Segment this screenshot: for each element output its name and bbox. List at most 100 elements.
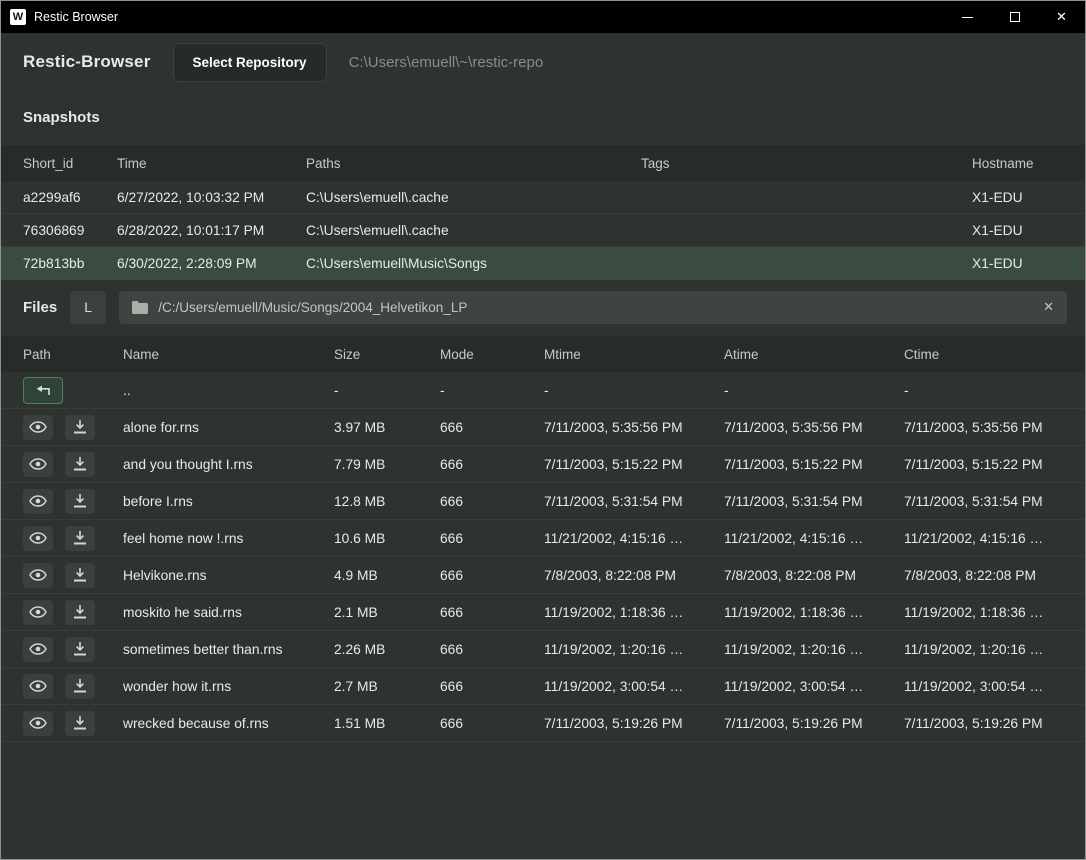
file-mtime: 7/11/2003, 5:31:54 PM bbox=[544, 494, 724, 509]
snapshot-time: 6/27/2022, 10:03:32 PM bbox=[117, 190, 306, 205]
download-icon bbox=[73, 494, 87, 508]
maximize-button[interactable] bbox=[991, 1, 1038, 33]
file-atime: 7/8/2003, 8:22:08 PM bbox=[724, 568, 904, 583]
preview-button[interactable] bbox=[23, 711, 53, 736]
preview-button[interactable] bbox=[23, 526, 53, 551]
minimize-button[interactable] bbox=[944, 1, 991, 33]
file-atime: 11/19/2002, 3:00:54 … bbox=[724, 679, 904, 694]
file-mode: 666 bbox=[440, 568, 544, 583]
file-atime: - bbox=[724, 383, 904, 398]
file-mode: 666 bbox=[440, 457, 544, 472]
column-mode: Mode bbox=[440, 347, 544, 362]
file-mtime: - bbox=[544, 383, 724, 398]
file-row[interactable]: alone for.rns 3.97 MB 666 7/11/2003, 5:3… bbox=[1, 409, 1085, 446]
file-size: 10.6 MB bbox=[334, 531, 440, 546]
file-name: wrecked because of.rns bbox=[123, 716, 334, 731]
files-bar: Files L /C:/Users/emuell/Music/Songs/200… bbox=[23, 290, 1067, 324]
file-ctime: 11/19/2002, 1:18:36 … bbox=[904, 605, 1063, 620]
download-icon bbox=[73, 568, 87, 582]
download-button[interactable] bbox=[65, 637, 95, 662]
preview-button[interactable] bbox=[23, 600, 53, 625]
column-path: Path bbox=[23, 347, 123, 362]
download-button[interactable] bbox=[65, 489, 95, 514]
column-ctime: Ctime bbox=[904, 347, 1063, 362]
snapshot-short-id: a2299af6 bbox=[23, 190, 117, 205]
current-path: /C:/Users/emuell/Music/Songs/2004_Helvet… bbox=[158, 300, 467, 315]
download-button[interactable] bbox=[65, 415, 95, 440]
maximize-icon bbox=[1010, 12, 1020, 22]
file-row[interactable]: and you thought I.rns 7.79 MB 666 7/11/2… bbox=[1, 446, 1085, 483]
file-atime: 7/11/2003, 5:19:26 PM bbox=[724, 716, 904, 731]
eye-icon bbox=[29, 606, 47, 618]
download-button[interactable] bbox=[65, 674, 95, 699]
file-mode: - bbox=[440, 383, 544, 398]
window-controls: ✕ bbox=[944, 1, 1085, 33]
preview-button[interactable] bbox=[23, 452, 53, 477]
file-ctime: 11/19/2002, 3:00:54 … bbox=[904, 679, 1063, 694]
download-button[interactable] bbox=[65, 452, 95, 477]
file-atime: 11/19/2002, 1:18:36 … bbox=[724, 605, 904, 620]
folder-icon bbox=[132, 301, 148, 314]
close-button[interactable]: ✕ bbox=[1038, 1, 1085, 33]
file-row[interactable]: sometimes better than.rns 2.26 MB 666 11… bbox=[1, 631, 1085, 668]
file-mtime: 7/11/2003, 5:15:22 PM bbox=[544, 457, 724, 472]
preview-button[interactable] bbox=[23, 637, 53, 662]
file-mode: 666 bbox=[440, 642, 544, 657]
file-ctime: 7/11/2003, 5:31:54 PM bbox=[904, 494, 1063, 509]
file-row[interactable]: moskito he said.rns 2.1 MB 666 11/19/200… bbox=[1, 594, 1085, 631]
file-name: sometimes better than.rns bbox=[123, 642, 334, 657]
file-mode: 666 bbox=[440, 605, 544, 620]
file-name: Helvikone.rns bbox=[123, 568, 334, 583]
file-ctime: 7/11/2003, 5:15:22 PM bbox=[904, 457, 1063, 472]
file-row[interactable]: feel home now !.rns 10.6 MB 666 11/21/20… bbox=[1, 520, 1085, 557]
eye-icon bbox=[29, 532, 47, 544]
parent-directory-row[interactable]: .. - - - - - bbox=[1, 372, 1085, 409]
file-size: - bbox=[334, 383, 440, 398]
go-up-button[interactable] bbox=[23, 377, 63, 404]
up-arrow-icon bbox=[35, 385, 51, 396]
file-atime: 7/11/2003, 5:35:56 PM bbox=[724, 420, 904, 435]
snapshots-heading: Snapshots bbox=[23, 109, 1063, 126]
column-time: Time bbox=[117, 156, 306, 171]
file-name: before I.rns bbox=[123, 494, 334, 509]
snapshot-row[interactable]: 76306869 6/28/2022, 10:01:17 PM C:\Users… bbox=[1, 214, 1085, 247]
download-button[interactable] bbox=[65, 711, 95, 736]
preview-button[interactable] bbox=[23, 674, 53, 699]
clear-path-icon[interactable]: ✕ bbox=[1043, 299, 1054, 315]
files-view-toggle-button[interactable]: L bbox=[70, 291, 106, 324]
files-heading: Files bbox=[23, 299, 57, 316]
file-ctime: 7/11/2003, 5:35:56 PM bbox=[904, 420, 1063, 435]
preview-button[interactable] bbox=[23, 489, 53, 514]
file-atime: 7/11/2003, 5:15:22 PM bbox=[724, 457, 904, 472]
file-name: and you thought I.rns bbox=[123, 457, 334, 472]
file-mode: 666 bbox=[440, 531, 544, 546]
download-icon bbox=[73, 605, 87, 619]
column-atime: Atime bbox=[724, 347, 904, 362]
snapshot-row[interactable]: a2299af6 6/27/2022, 10:03:32 PM C:\Users… bbox=[1, 181, 1085, 214]
app-title: Restic-Browser bbox=[23, 52, 151, 72]
download-button[interactable] bbox=[65, 563, 95, 588]
file-mode: 666 bbox=[440, 716, 544, 731]
file-ctime: 7/8/2003, 8:22:08 PM bbox=[904, 568, 1063, 583]
column-hostname: Hostname bbox=[972, 156, 1063, 171]
preview-button[interactable] bbox=[23, 415, 53, 440]
file-mtime: 7/11/2003, 5:35:56 PM bbox=[544, 420, 724, 435]
download-button[interactable] bbox=[65, 526, 95, 551]
preview-button[interactable] bbox=[23, 563, 53, 588]
file-size: 4.9 MB bbox=[334, 568, 440, 583]
file-row[interactable]: Helvikone.rns 4.9 MB 666 7/8/2003, 8:22:… bbox=[1, 557, 1085, 594]
files-path-bar[interactable]: /C:/Users/emuell/Music/Songs/2004_Helvet… bbox=[119, 291, 1067, 324]
eye-icon bbox=[29, 458, 47, 470]
file-name: .. bbox=[123, 383, 334, 398]
snapshot-time: 6/28/2022, 10:01:17 PM bbox=[117, 223, 306, 238]
file-row[interactable]: wrecked because of.rns 1.51 MB 666 7/11/… bbox=[1, 705, 1085, 742]
eye-icon bbox=[29, 643, 47, 655]
file-row[interactable]: before I.rns 12.8 MB 666 7/11/2003, 5:31… bbox=[1, 483, 1085, 520]
download-button[interactable] bbox=[65, 600, 95, 625]
select-repository-button[interactable]: Select Repository bbox=[173, 43, 327, 82]
file-mtime: 11/19/2002, 1:20:16 … bbox=[544, 642, 724, 657]
eye-icon bbox=[29, 495, 47, 507]
snapshot-row-selected[interactable]: 72b813bb 6/30/2022, 2:28:09 PM C:\Users\… bbox=[1, 247, 1085, 280]
file-row[interactable]: wonder how it.rns 2.7 MB 666 11/19/2002,… bbox=[1, 668, 1085, 705]
snapshot-paths: C:\Users\emuell\.cache bbox=[306, 223, 641, 238]
